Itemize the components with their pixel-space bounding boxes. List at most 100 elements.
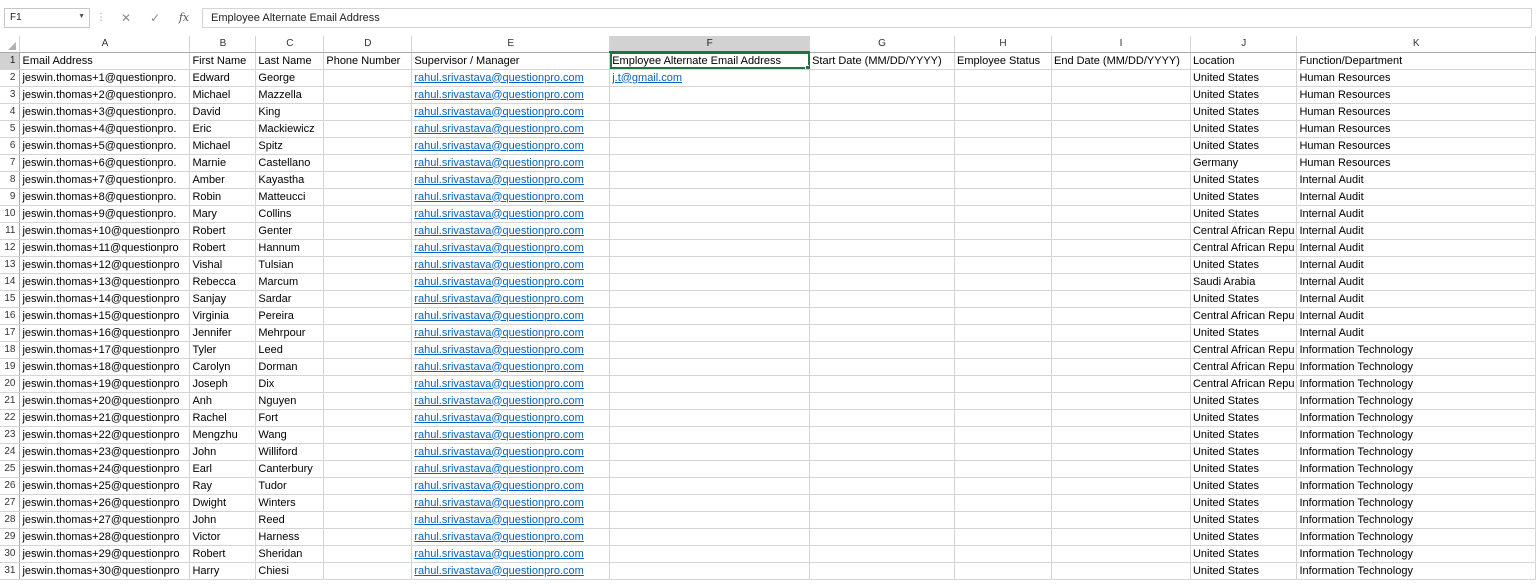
cell-h25[interactable] [954, 460, 1052, 478]
cell-d29[interactable] [323, 528, 413, 546]
cell-b28[interactable]: John [189, 511, 257, 529]
cell-e29[interactable]: rahul.srivastava@questionpro.com [411, 528, 611, 546]
cell-a29[interactable]: jeswin.thomas+28@questionpro [19, 528, 191, 546]
cell-b7[interactable]: Marnie [189, 154, 257, 172]
row-header-15[interactable]: 15 [0, 290, 21, 308]
cell-b1[interactable]: First Name [189, 52, 257, 70]
row-header-9[interactable]: 9 [0, 188, 21, 206]
cell-e26[interactable]: rahul.srivastava@questionpro.com [411, 477, 611, 495]
chevron-down-icon[interactable]: ▼ [78, 13, 85, 20]
cell-c24[interactable]: Williford [255, 443, 325, 461]
cell-k31[interactable]: Information Technology [1296, 562, 1536, 580]
cell-c2[interactable]: George [255, 69, 325, 87]
cell-d18[interactable] [323, 341, 413, 359]
cell-j9[interactable]: United States [1190, 188, 1298, 206]
cell-e3[interactable]: rahul.srivastava@questionpro.com [411, 86, 611, 104]
row-header-1[interactable]: 1 [0, 52, 21, 70]
cell-h3[interactable] [954, 86, 1052, 104]
cell-k26[interactable]: Information Technology [1296, 477, 1536, 495]
cell-d15[interactable] [323, 290, 413, 308]
cell-i11[interactable] [1051, 222, 1191, 240]
cell-i14[interactable] [1051, 273, 1191, 291]
cell-b3[interactable]: Michael [189, 86, 257, 104]
cell-f19[interactable] [609, 358, 811, 376]
cell-a17[interactable]: jeswin.thomas+16@questionpro [19, 324, 191, 342]
cell-a11[interactable]: jeswin.thomas+10@questionpro [19, 222, 191, 240]
cell-e17[interactable]: rahul.srivastava@questionpro.com [411, 324, 611, 342]
row-header-21[interactable]: 21 [0, 392, 21, 410]
cell-i23[interactable] [1051, 426, 1191, 444]
row-header-25[interactable]: 25 [0, 460, 21, 478]
cell-i25[interactable] [1051, 460, 1191, 478]
cell-a3[interactable]: jeswin.thomas+2@questionpro. [19, 86, 191, 104]
cell-d1[interactable]: Phone Number [323, 52, 413, 70]
cell-c21[interactable]: Nguyen [255, 392, 325, 410]
cell-g27[interactable] [809, 494, 956, 512]
cell-a18[interactable]: jeswin.thomas+17@questionpro [19, 341, 191, 359]
cell-f3[interactable] [609, 86, 811, 104]
cell-k18[interactable]: Information Technology [1296, 341, 1536, 359]
cell-j20[interactable]: Central African Repu [1190, 375, 1298, 393]
row-header-7[interactable]: 7 [0, 154, 21, 172]
row-header-16[interactable]: 16 [0, 307, 21, 325]
cell-i5[interactable] [1051, 120, 1191, 138]
cell-f1[interactable]: Employee Alternate Email Address [609, 52, 811, 70]
cell-g14[interactable] [809, 273, 956, 291]
cell-e11[interactable]: rahul.srivastava@questionpro.com [411, 222, 611, 240]
cell-c14[interactable]: Marcum [255, 273, 325, 291]
cell-f18[interactable] [609, 341, 811, 359]
cell-d26[interactable] [323, 477, 413, 495]
cell-c8[interactable]: Kayastha [255, 171, 325, 189]
cell-h8[interactable] [954, 171, 1052, 189]
cell-h2[interactable] [954, 69, 1052, 87]
cell-i30[interactable] [1051, 545, 1191, 563]
row-header-26[interactable]: 26 [0, 477, 21, 495]
cell-i3[interactable] [1051, 86, 1191, 104]
cell-c20[interactable]: Dix [255, 375, 325, 393]
cell-c18[interactable]: Leed [255, 341, 325, 359]
row-header-23[interactable]: 23 [0, 426, 21, 444]
cell-b29[interactable]: Victor [189, 528, 257, 546]
cell-e4[interactable]: rahul.srivastava@questionpro.com [411, 103, 611, 121]
cell-j19[interactable]: Central African Repu [1190, 358, 1298, 376]
cell-e14[interactable]: rahul.srivastava@questionpro.com [411, 273, 611, 291]
cell-a26[interactable]: jeswin.thomas+25@questionpro [19, 477, 191, 495]
cell-f2[interactable]: j.t@gmail.com [609, 69, 811, 87]
cell-h12[interactable] [954, 239, 1052, 257]
cell-e27[interactable]: rahul.srivastava@questionpro.com [411, 494, 611, 512]
cell-k10[interactable]: Internal Audit [1296, 205, 1536, 223]
cell-e10[interactable]: rahul.srivastava@questionpro.com [411, 205, 611, 223]
cell-i16[interactable] [1051, 307, 1191, 325]
cell-g24[interactable] [809, 443, 956, 461]
cell-i15[interactable] [1051, 290, 1191, 308]
cell-a30[interactable]: jeswin.thomas+29@questionpro [19, 545, 191, 563]
cell-b23[interactable]: Mengzhu [189, 426, 257, 444]
cell-e18[interactable]: rahul.srivastava@questionpro.com [411, 341, 611, 359]
cell-c19[interactable]: Dorman [255, 358, 325, 376]
cell-j6[interactable]: United States [1190, 137, 1298, 155]
cell-j29[interactable]: United States [1190, 528, 1298, 546]
cell-k29[interactable]: Information Technology [1296, 528, 1536, 546]
cell-b9[interactable]: Robin [189, 188, 257, 206]
cell-i1[interactable]: End Date (MM/DD/YYYY) [1051, 52, 1191, 70]
cell-k15[interactable]: Internal Audit [1296, 290, 1536, 308]
row-header-24[interactable]: 24 [0, 443, 21, 461]
cell-f23[interactable] [609, 426, 811, 444]
cell-b20[interactable]: Joseph [189, 375, 257, 393]
cell-d27[interactable] [323, 494, 413, 512]
cell-i24[interactable] [1051, 443, 1191, 461]
cell-j15[interactable]: United States [1190, 290, 1298, 308]
cell-k13[interactable]: Internal Audit [1296, 256, 1536, 274]
cell-c9[interactable]: Matteucci [255, 188, 325, 206]
cell-b16[interactable]: Virginia [189, 307, 257, 325]
row-header-3[interactable]: 3 [0, 86, 21, 104]
cell-h13[interactable] [954, 256, 1052, 274]
cell-b5[interactable]: Eric [189, 120, 257, 138]
cell-h30[interactable] [954, 545, 1052, 563]
cell-f10[interactable] [609, 205, 811, 223]
cell-a4[interactable]: jeswin.thomas+3@questionpro. [19, 103, 191, 121]
cell-k20[interactable]: Information Technology [1296, 375, 1536, 393]
cell-j13[interactable]: United States [1190, 256, 1298, 274]
cell-i27[interactable] [1051, 494, 1191, 512]
cell-k11[interactable]: Internal Audit [1296, 222, 1536, 240]
